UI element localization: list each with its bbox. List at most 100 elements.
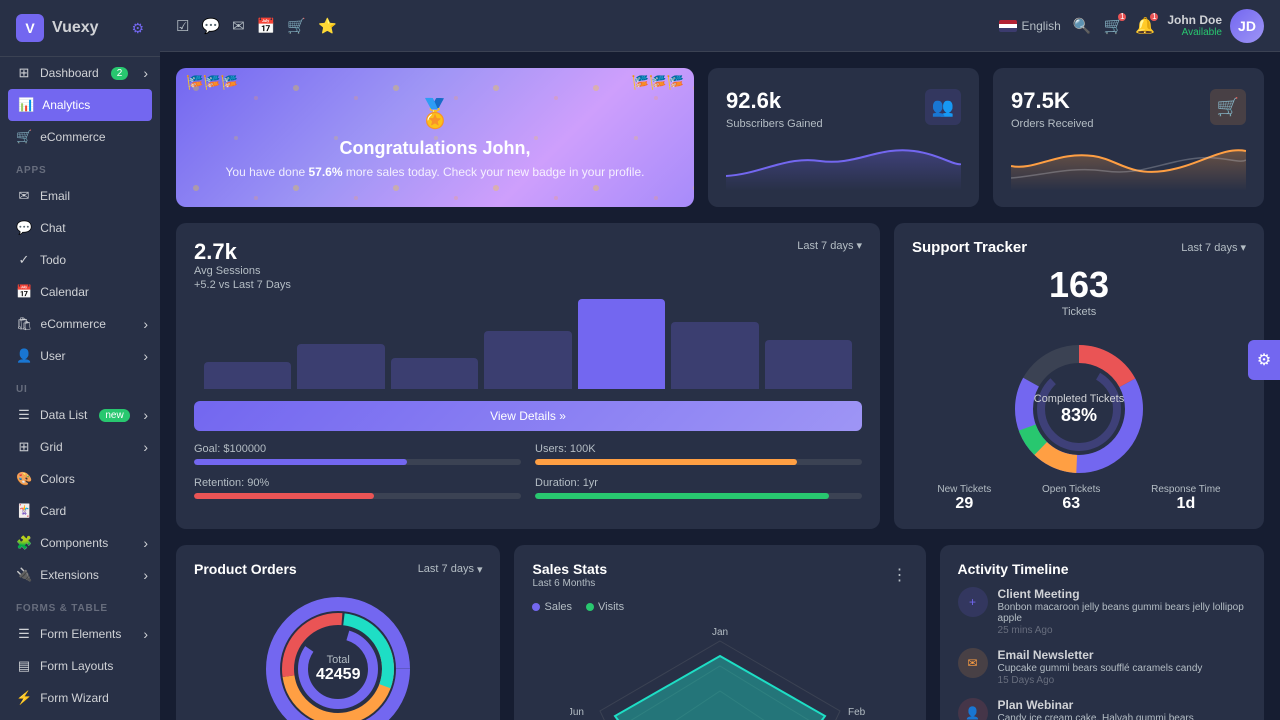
- sidebar-item-colors[interactable]: 🎨 Colors: [0, 463, 160, 495]
- client-meeting-dot: +: [958, 587, 988, 617]
- email-newsletter-content: Email Newsletter Cupcake gummi bears sou…: [998, 648, 1203, 686]
- support-date-range[interactable]: Last 7 days ▾: [1181, 241, 1246, 254]
- email-icon: ✉: [16, 188, 32, 204]
- sidebar-item-dashboard[interactable]: ⊞ Dashboard 2: [0, 57, 160, 89]
- sidebar-item-analytics[interactable]: 📊 Analytics: [8, 89, 152, 121]
- svg-text:83%: 83%: [1061, 405, 1097, 425]
- goal-bar: [194, 459, 521, 465]
- topbar-mail-icon[interactable]: ✉: [232, 17, 245, 35]
- radar-svg: Jan Feb Mar May Jun: [570, 621, 870, 720]
- new-tickets-label: New Tickets: [937, 484, 991, 495]
- sidebar-item-email[interactable]: ✉ Email: [0, 180, 160, 212]
- main-area: ☑ 💬 ✉ 📅 🛒 ⭐ English 🔍 🛒1 🔔1 John Doe: [160, 0, 1280, 720]
- activity-item-email-newsletter: ✉ Email Newsletter Cupcake gummi bears s…: [958, 648, 1246, 686]
- user-name: John Doe: [1167, 13, 1222, 27]
- sessions-date-range[interactable]: Last 7 days ▾: [797, 239, 862, 252]
- client-meeting-title: Client Meeting: [998, 587, 1246, 601]
- sessions-change-value: +5.2: [194, 279, 216, 291]
- cart-button[interactable]: 🛒1: [1103, 16, 1123, 36]
- sidebar-item-todo[interactable]: ✓ Todo: [0, 244, 160, 276]
- topbar-right: English 🔍 🛒1 🔔1 John Doe Available JD: [999, 9, 1264, 43]
- orders-value: 97.5K: [1011, 88, 1094, 114]
- topbar: ☑ 💬 ✉ 📅 🛒 ⭐ English 🔍 🛒1 🔔1 John Doe: [160, 0, 1280, 52]
- users-bar: [535, 459, 862, 465]
- orders-chart: [1011, 136, 1246, 191]
- settings-panel[interactable]: ⚙: [1248, 340, 1280, 380]
- sidebar-item-form-wizard[interactable]: ⚡ Form Wizard: [0, 682, 160, 714]
- sidebar-item-card[interactable]: 🃏 Card: [0, 495, 160, 527]
- sidebar-item-form-validation[interactable]: ✔ Form Validation: [0, 714, 160, 720]
- todo-icon: ✓: [16, 252, 32, 268]
- sales-stats-header: Sales Stats Last 6 Months ⋮: [532, 561, 907, 589]
- user-profile[interactable]: John Doe Available JD: [1167, 9, 1264, 43]
- product-orders-date[interactable]: Last 7 days ▾: [418, 563, 483, 576]
- sidebar-label-components: Components: [40, 536, 108, 550]
- grid-icon: ⊞: [16, 439, 32, 455]
- ecommerce-icon: 🛒: [16, 129, 32, 145]
- sessions-info: 2.7k Avg Sessions +5.2 vs Last 7 Days: [194, 239, 291, 291]
- support-date-label: Last 7 days: [1181, 242, 1237, 254]
- support-stats: New Tickets 29 Open Tickets 63 Response …: [912, 484, 1246, 513]
- view-details-button[interactable]: View Details »: [194, 401, 862, 431]
- subscribers-card: 92.6k Subscribers Gained 👥: [708, 68, 979, 207]
- sidebar-item-calendar[interactable]: 📅 Calendar: [0, 276, 160, 308]
- sidebar-item-extensions[interactable]: 🔌 Extensions: [0, 559, 160, 591]
- form-elements-icon: ☰: [16, 626, 32, 642]
- donut-svg: Completed Tickets 83%: [979, 324, 1179, 474]
- product-orders-card: Product Orders Last 7 days ▾: [176, 545, 500, 720]
- settings-gear-icon[interactable]: ⚙: [131, 20, 144, 37]
- svg-text:Jun: Jun: [570, 707, 584, 718]
- topbar-star-icon[interactable]: ⭐: [318, 17, 337, 35]
- sidebar-item-components[interactable]: 🧩 Components: [0, 527, 160, 559]
- sidebar-label-chat: Chat: [40, 221, 65, 235]
- congrats-badge-icon: 🏅: [418, 97, 453, 130]
- sidebar-label-email: Email: [40, 189, 70, 203]
- topbar-cart-icon[interactable]: 🛒: [287, 17, 306, 35]
- sidebar-item-ecommerce[interactable]: 🛒 eCommerce: [0, 121, 160, 153]
- logo-text: Vuexy: [52, 19, 99, 37]
- notifications-button[interactable]: 🔔1: [1135, 16, 1155, 36]
- sales-stats-legend: Sales Visits: [532, 601, 907, 613]
- apps-section: APPS: [0, 153, 160, 180]
- svg-text:Feb: Feb: [848, 707, 866, 718]
- bar-7: [765, 340, 852, 390]
- activity-list: + Client Meeting Bonbon macaroon jelly b…: [958, 587, 1246, 720]
- components-icon: 🧩: [16, 535, 32, 551]
- topbar-tasks-icon[interactable]: ☑: [176, 17, 189, 35]
- client-meeting-content: Client Meeting Bonbon macaroon jelly bea…: [998, 587, 1246, 636]
- topbar-calendar-icon[interactable]: 📅: [257, 17, 276, 35]
- sidebar-item-ecommerce2[interactable]: 🛍 eCommerce: [0, 308, 160, 340]
- sales-stats-card: Sales Stats Last 6 Months ⋮ Sales Visits: [514, 545, 925, 720]
- user-status: Available: [1167, 27, 1222, 38]
- sales-stats-menu-icon[interactable]: ⋮: [892, 565, 908, 585]
- user-avatar[interactable]: JD: [1230, 9, 1264, 43]
- sidebar-label-grid: Grid: [40, 440, 63, 454]
- sales-radar-chart: Jan Feb Mar May Jun: [532, 621, 907, 720]
- language-selector[interactable]: English: [999, 19, 1060, 33]
- plan-webinar-dot: 👤: [958, 698, 988, 720]
- sessions-card: 2.7k Avg Sessions +5.2 vs Last 7 Days La…: [176, 223, 880, 529]
- topbar-chat-icon[interactable]: 💬: [201, 17, 220, 35]
- sidebar-item-grid[interactable]: ⊞ Grid: [0, 431, 160, 463]
- subscribers-label: Subscribers Gained: [726, 118, 823, 130]
- activity-title: Activity Timeline: [958, 561, 1246, 577]
- search-icon[interactable]: 🔍: [1073, 17, 1092, 35]
- sidebar-item-chat[interactable]: 💬 Chat: [0, 212, 160, 244]
- sales-stats-subtitle: Last 6 Months: [532, 578, 607, 589]
- email-newsletter-desc: Cupcake gummi bears soufflé caramels can…: [998, 663, 1203, 674]
- product-orders-title: Product Orders: [194, 561, 297, 577]
- forms-section: FORMS & TABLE: [0, 591, 160, 618]
- duration-progress: Duration: 1yr: [535, 477, 862, 499]
- product-orders-date-label: Last 7 days: [418, 563, 474, 575]
- sessions-bar-chart: [194, 299, 862, 389]
- orders-donut-center: Total 42459: [316, 654, 361, 684]
- sidebar-item-form-elements[interactable]: ☰ Form Elements: [0, 618, 160, 650]
- sidebar-item-data-list[interactable]: ☰ Data List new: [0, 399, 160, 431]
- bar-3: [391, 358, 478, 390]
- sidebar-item-form-layouts[interactable]: ▤ Form Layouts: [0, 650, 160, 682]
- sidebar-item-user[interactable]: 👤 User: [0, 340, 160, 372]
- sessions-label: Avg Sessions: [194, 265, 291, 277]
- sessions-value: 2.7k: [194, 239, 291, 265]
- cart-badge: 1: [1118, 13, 1126, 21]
- open-tickets: Open Tickets 63: [1042, 484, 1100, 513]
